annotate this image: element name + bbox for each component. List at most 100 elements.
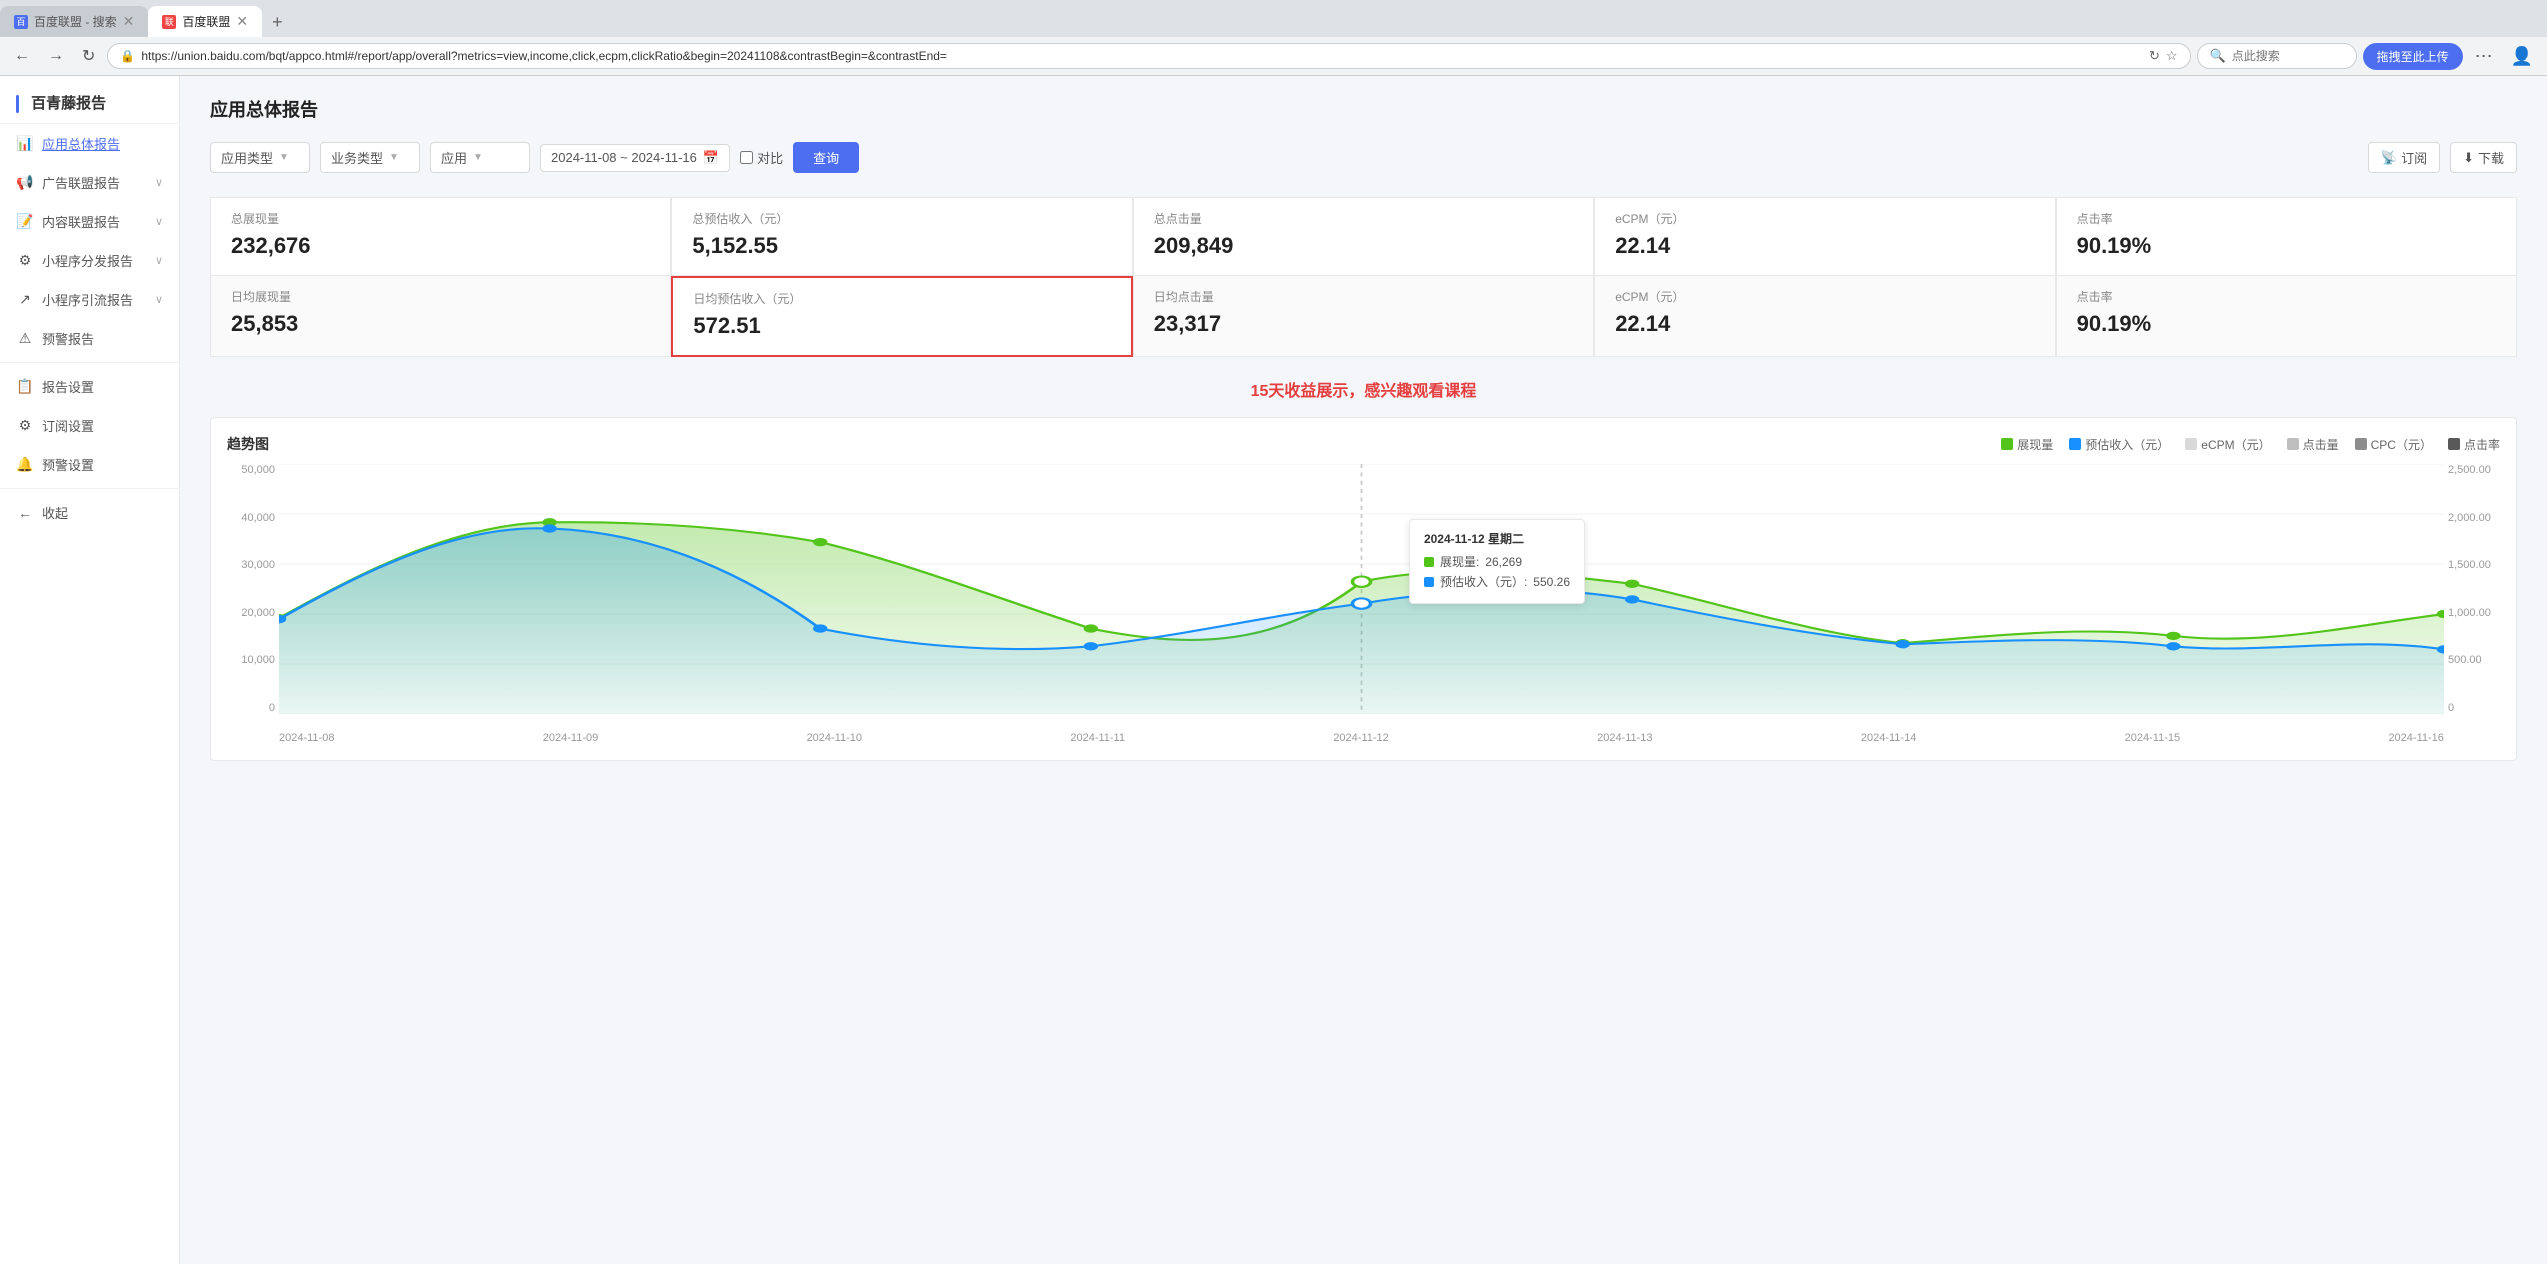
stat-ecpm2: eCPM（元） 22.14 xyxy=(1594,276,2055,357)
x-label-8: 2024-11-16 xyxy=(2388,732,2443,744)
upload-button[interactable]: 拖拽至此上传 xyxy=(2363,43,2463,70)
back-button[interactable]: ← xyxy=(8,43,36,69)
stat-avg-views: 日均展现量 25,853 xyxy=(210,276,671,357)
stat-avg-income-label: 日均预估收入（元） xyxy=(693,290,1110,307)
stat-total-income-value: 5,152.55 xyxy=(692,233,1111,259)
main-content: 应用总体报告 应用类型 ▼ 业务类型 ▼ 应用 ▼ 2024-11-08 ~ 2… xyxy=(180,76,2547,1264)
star-icon[interactable]: ☆ xyxy=(2166,48,2178,64)
reload-button[interactable]: ↻ xyxy=(76,42,101,70)
download-icon: ⬇ xyxy=(2463,150,2474,166)
stats-row-1: 总展现量 232,676 总预估收入（元） 5,152.55 总点击量 209,… xyxy=(210,197,2517,276)
sidebar-label-miniapp-flow: 小程序引流报告 xyxy=(42,290,147,309)
legend-ctr-label: 点击率 xyxy=(2464,436,2500,453)
ad-report-icon: 📢 xyxy=(16,174,34,191)
sidebar-item-miniapp-report[interactable]: ⚙ 小程序分发报告 ∨ xyxy=(0,241,179,280)
app-type-select[interactable]: 应用类型 ▼ xyxy=(210,142,310,173)
tab-favicon-2: 联 xyxy=(162,15,176,29)
sidebar-item-collapse[interactable]: ← 收起 xyxy=(0,493,179,532)
x-label-4: 2024-11-12 xyxy=(1333,732,1388,744)
search-bar[interactable]: 🔍 xyxy=(2197,43,2357,69)
address-bar[interactable]: 🔒 ↻ ☆ xyxy=(107,43,2190,69)
content-report-icon: 📝 xyxy=(16,213,34,230)
stat-ctr2: 点击率 90.19% xyxy=(2056,276,2517,357)
browser-toolbar: ← → ↻ 🔒 ↻ ☆ 🔍 拖拽至此上传 ⋯ 👤 xyxy=(0,37,2547,76)
subscribe-settings-icon: ⚙ xyxy=(16,417,34,434)
income-point-1 xyxy=(542,524,556,532)
sidebar-item-ad-report[interactable]: 📢 广告联盟报告 ∨ xyxy=(0,163,179,202)
stat-ctr2-value: 90.19% xyxy=(2077,311,2496,337)
legend-dot-cpc xyxy=(2355,438,2367,450)
legend-ecpm: eCPM（元） xyxy=(2185,436,2270,453)
stat-avg-income: 日均预估收入（元） 572.51 xyxy=(671,276,1132,357)
sidebar-item-app-report[interactable]: 📊 应用总体报告 xyxy=(0,124,179,163)
compare-checkbox[interactable] xyxy=(740,151,753,164)
app-select[interactable]: 应用 ▼ xyxy=(430,142,530,173)
subscribe-button[interactable]: 📡 订阅 xyxy=(2368,142,2440,173)
chart-legend: 展现量 预估收入（元） eCPM（元） 点击量 xyxy=(2001,436,2500,453)
legend-dot-clicks xyxy=(2287,438,2299,450)
warning-report-icon: ⚠ xyxy=(16,330,34,347)
x-label-7: 2024-11-15 xyxy=(2125,732,2180,744)
reload-icon[interactable]: ↻ xyxy=(2149,48,2160,64)
legend-dot-ctr xyxy=(2448,438,2460,450)
y-left-1: 40,000 xyxy=(241,512,275,524)
tab-favicon-1: 百 xyxy=(14,15,28,29)
forward-button[interactable]: → xyxy=(42,43,70,69)
income-point-4 xyxy=(1352,598,1370,608)
download-button[interactable]: ⬇ 下载 xyxy=(2450,142,2517,173)
y-left-4: 10,000 xyxy=(241,654,275,666)
sidebar-item-content-report[interactable]: 📝 内容联盟报告 ∨ xyxy=(0,202,179,241)
legend-cpc: CPC（元） xyxy=(2355,436,2432,453)
app-report-icon: 📊 xyxy=(16,135,34,152)
browser-tabs: 百 百度联盟 - 搜索 ✕ 联 百度联盟 ✕ + xyxy=(0,0,2547,37)
views-point-3 xyxy=(1084,624,1098,632)
sidebar-item-report-settings[interactable]: 📋 报告设置 xyxy=(0,367,179,406)
biz-type-label: 业务类型 xyxy=(331,148,383,167)
y-right-1: 2,000.00 xyxy=(2448,512,2491,524)
legend-views: 展现量 xyxy=(2001,436,2053,453)
income-point-7 xyxy=(2166,642,2180,650)
legend-dot-ecpm xyxy=(2185,438,2197,450)
profile-button[interactable]: 👤 xyxy=(2505,44,2539,69)
tab-close-1[interactable]: ✕ xyxy=(123,13,135,30)
address-input[interactable] xyxy=(141,49,2143,63)
query-button[interactable]: 查询 xyxy=(793,142,859,173)
search-input[interactable] xyxy=(2232,49,2344,63)
stat-avg-income-value: 572.51 xyxy=(693,313,1110,339)
sidebar-item-warning-report[interactable]: ⚠ 预警报告 xyxy=(0,319,179,358)
more-button[interactable]: ⋯ xyxy=(2469,44,2499,69)
browser-tab-1[interactable]: 百 百度联盟 - 搜索 ✕ xyxy=(0,6,148,37)
chart-container: 50,000 40,000 30,000 20,000 10,000 0 xyxy=(227,464,2500,744)
x-label-5: 2024-11-13 xyxy=(1597,732,1652,744)
stat-ecpm1: eCPM（元） 22.14 xyxy=(1594,197,2055,276)
subscribe-icon: 📡 xyxy=(2381,150,2397,166)
tab-close-2[interactable]: ✕ xyxy=(236,13,248,30)
sidebar-divider-2 xyxy=(0,488,179,489)
filter-bar: 应用类型 ▼ 业务类型 ▼ 应用 ▼ 2024-11-08 ~ 2024-11-… xyxy=(210,142,2517,173)
sidebar-active-bar xyxy=(16,95,19,113)
browser-tab-2[interactable]: 联 百度联盟 ✕ xyxy=(148,6,262,37)
sidebar-label-report-settings: 报告设置 xyxy=(42,377,163,396)
compare-checkbox-wrapper[interactable]: 对比 xyxy=(740,148,783,167)
views-point-2 xyxy=(813,538,827,546)
sidebar-item-miniapp-flow[interactable]: ↗ 小程序引流报告 ∨ xyxy=(0,280,179,319)
stat-avg-clicks-label: 日均点击量 xyxy=(1154,288,1573,305)
sidebar-item-alert-settings[interactable]: 🔔 预警设置 xyxy=(0,445,179,484)
y-left-0: 50,000 xyxy=(241,464,275,476)
stat-avg-views-value: 25,853 xyxy=(231,311,650,337)
app-type-label: 应用类型 xyxy=(221,148,273,167)
sidebar-item-subscribe-settings[interactable]: ⚙ 订阅设置 xyxy=(0,406,179,445)
miniapp-flow-icon: ↗ xyxy=(16,291,34,308)
stat-total-clicks: 总点击量 209,849 xyxy=(1133,197,1594,276)
download-label: 下载 xyxy=(2478,148,2504,167)
chart-svg xyxy=(279,464,2444,714)
miniapp-flow-arrow: ∨ xyxy=(155,293,163,306)
lock-icon: 🔒 xyxy=(120,49,135,63)
date-range-picker[interactable]: 2024-11-08 ~ 2024-11-16 📅 xyxy=(540,144,730,172)
legend-income-label: 预估收入（元） xyxy=(2085,436,2169,453)
new-tab-button[interactable]: + xyxy=(262,8,293,37)
stat-total-views: 总展现量 232,676 xyxy=(210,197,671,276)
stat-avg-clicks-value: 23,317 xyxy=(1154,311,1573,337)
biz-type-select[interactable]: 业务类型 ▼ xyxy=(320,142,420,173)
compare-label: 对比 xyxy=(757,148,783,167)
